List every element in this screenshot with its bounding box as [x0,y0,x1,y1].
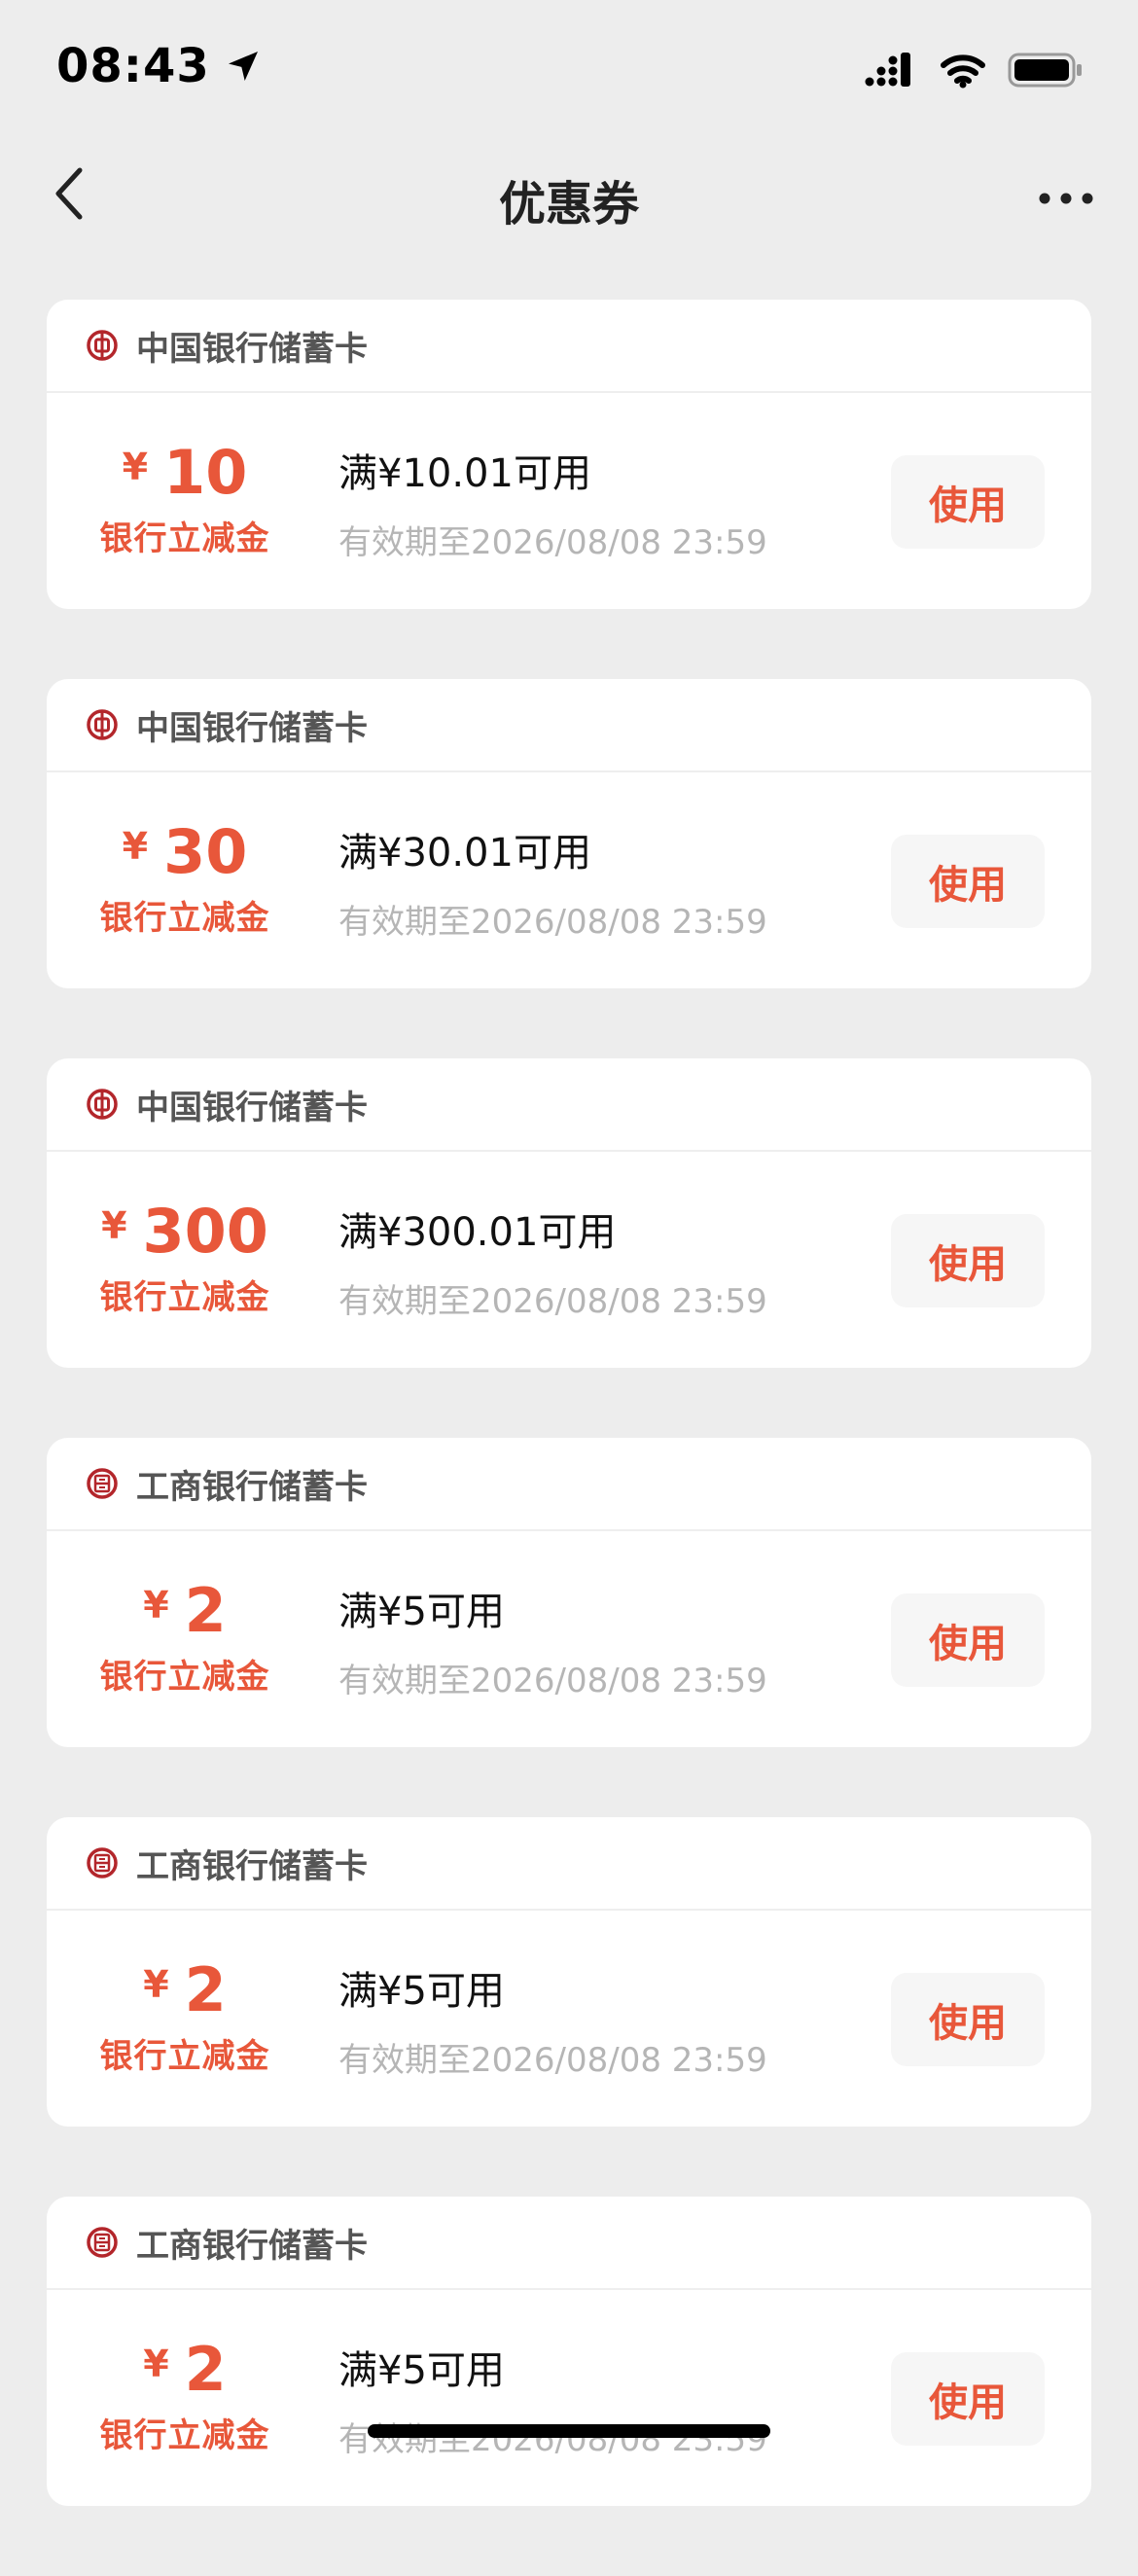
home-indicator[interactable] [368,2424,770,2438]
coupon-card: 工商银行储蓄卡 ¥ 2 银行立减金 满¥5可用 有效期至2026/08/08 2… [47,1817,1091,2127]
currency-symbol: ¥ [101,1204,127,1247]
currency-symbol: ¥ [143,2343,169,2385]
coupon-card-header: 中国银行储蓄卡 [47,679,1091,772]
coupon-condition: 满¥5可用 [338,1590,505,1634]
status-time: 08:43 [56,39,263,93]
coupon-card-body: ¥ 2 银行立减金 满¥5可用 有效期至2026/08/08 23:59 使用 [47,1911,1091,2127]
coupon-card-body: ¥ 10 银行立减金 满¥10.01可用 有效期至2026/08/08 23:5… [47,393,1091,609]
more-options-button[interactable] [1027,169,1105,228]
bank-name: 中国银行储蓄卡 [136,1088,368,1127]
coupon-card-body: ¥ 2 银行立减金 满¥5可用 有效期至2026/08/08 23:59 使用 [47,1531,1091,1747]
coupon-condition: 满¥300.01可用 [338,1210,617,1255]
coupon-type: 银行立减金 [99,1658,270,1697]
coupon-type: 银行立减金 [99,2037,270,2076]
amount-value: 2 [184,1954,227,2025]
currency-symbol: ¥ [122,446,149,488]
boc-logo-icon [87,1089,118,1120]
coupon-type: 银行立减金 [99,2416,270,2455]
currency-symbol: ¥ [122,825,149,868]
use-coupon-button[interactable]: 使用 [891,2352,1045,2446]
location-arrow-icon [228,52,258,81]
currency-symbol: ¥ [143,1584,169,1627]
coupon-condition: 满¥5可用 [338,1969,505,2014]
coupon-amount: ¥ 2 银行立减金 [47,1955,323,2077]
coupon-card: 中国银行储蓄卡 ¥ 10 银行立减金 满¥10.01可用 有效期至2026/08… [47,300,1091,609]
use-coupon-button[interactable]: 使用 [891,1214,1045,1307]
amount-value: 10 [163,437,248,508]
coupon-amount: ¥ 2 银行立减金 [47,2335,323,2456]
coupon-list: 中国银行储蓄卡 ¥ 10 银行立减金 满¥10.01可用 有效期至2026/08… [47,300,1091,2576]
use-coupon-button[interactable]: 使用 [891,1593,1045,1687]
status-indicators [864,51,1084,89]
coupon-type: 银行立减金 [99,519,270,558]
coupon-card-header: 工商银行储蓄卡 [47,1817,1091,1911]
icbc-logo-icon [87,2227,118,2258]
amount-value: 2 [184,2334,227,2405]
cellular-signal-icon [865,53,910,87]
coupon-card-header: 中国银行储蓄卡 [47,1058,1091,1152]
bank-name: 工商银行储蓄卡 [136,2226,368,2266]
status-bar: 08:43 [0,0,1138,136]
icbc-logo-icon [87,1468,118,1499]
use-coupon-button[interactable]: 使用 [891,455,1045,549]
icbc-logo-icon [87,1847,118,1878]
coupon-amount: ¥ 300 银行立减金 [47,1197,323,1318]
coupon-validity: 有效期至2026/08/08 23:59 [338,1282,767,1321]
boc-logo-icon [87,709,118,740]
coupon-card-header: 工商银行储蓄卡 [47,1438,1091,1531]
coupon-card: 中国银行储蓄卡 ¥ 30 银行立减金 满¥30.01可用 有效期至2026/08… [47,679,1091,988]
coupon-validity: 有效期至2026/08/08 23:59 [338,2041,767,2080]
coupon-card-body: ¥ 300 银行立减金 满¥300.01可用 有效期至2026/08/08 23… [47,1152,1091,1368]
coupon-amount: ¥ 10 银行立减金 [47,438,323,559]
page-title: 优惠券 [498,177,639,232]
nav-bar: 优惠券 [0,146,1138,253]
bank-name: 工商银行储蓄卡 [136,1846,368,1886]
battery-icon [1008,53,1082,88]
amount-value: 300 [142,1196,268,1267]
coupon-card: 工商银行储蓄卡 ¥ 2 银行立减金 满¥5可用 有效期至2026/08/08 2… [47,2197,1091,2506]
coupon-condition: 满¥5可用 [338,2348,505,2393]
coupon-validity: 有效期至2026/08/08 23:59 [338,903,767,942]
coupon-validity: 有效期至2026/08/08 23:59 [338,523,767,562]
coupon-card-header: 中国银行储蓄卡 [47,300,1091,393]
coupon-amount: ¥ 2 银行立减金 [47,1576,323,1698]
wifi-icon [941,54,985,89]
coupon-type: 银行立减金 [99,1278,270,1317]
more-dots-icon [1039,193,1093,204]
coupon-type: 银行立减金 [99,899,270,938]
use-coupon-button[interactable]: 使用 [891,1973,1045,2066]
coupon-card-body: ¥ 30 银行立减金 满¥30.01可用 有效期至2026/08/08 23:5… [47,772,1091,988]
use-coupon-button[interactable]: 使用 [891,835,1045,928]
coupon-condition: 满¥30.01可用 [338,831,591,876]
coupon-card: 工商银行储蓄卡 ¥ 2 银行立减金 满¥5可用 有效期至2026/08/08 2… [47,1438,1091,1747]
amount-value: 30 [163,816,248,887]
bank-name: 工商银行储蓄卡 [136,1467,368,1507]
status-time-text: 08:43 [56,39,210,93]
coupon-condition: 满¥10.01可用 [338,451,591,496]
coupon-card-body: ¥ 2 银行立减金 满¥5可用 有效期至2026/08/08 23:59 使用 [47,2290,1091,2506]
coupon-card: 中国银行储蓄卡 ¥ 300 银行立减金 满¥300.01可用 有效期至2026/… [47,1058,1091,1368]
amount-value: 2 [184,1575,227,1646]
bank-name: 中国银行储蓄卡 [136,329,368,369]
coupon-amount: ¥ 30 银行立减金 [47,817,323,939]
coupon-validity: 有效期至2026/08/08 23:59 [338,1662,767,1700]
currency-symbol: ¥ [143,1963,169,2006]
bank-name: 中国银行储蓄卡 [136,708,368,748]
coupon-card-header: 工商银行储蓄卡 [47,2197,1091,2290]
boc-logo-icon [87,330,118,361]
